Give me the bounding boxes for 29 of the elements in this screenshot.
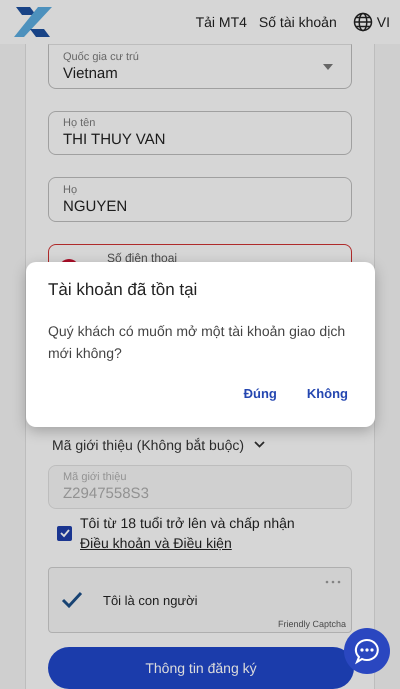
field-label: Số điện thoại bbox=[107, 250, 178, 265]
field-label: Họ tên bbox=[63, 117, 96, 130]
chat-button[interactable] bbox=[344, 628, 390, 674]
field-label: Họ bbox=[63, 184, 78, 196]
field-value: Vietnam bbox=[63, 64, 118, 82]
field-value: THI THUY VAN bbox=[63, 131, 166, 148]
dialog-message: Quý khách có muốn mở một tài khoản giao dịch mới không? bbox=[48, 322, 346, 363]
field-label: Quốc gia cư trú bbox=[63, 50, 139, 63]
language-label[interactable]: VI bbox=[376, 14, 390, 30]
captcha-brand: Friendly Captcha bbox=[278, 619, 346, 630]
input-field[interactable]: Họ tên THI THUY VAN bbox=[48, 110, 352, 156]
globe-icon[interactable] bbox=[352, 12, 373, 32]
caret-icon bbox=[323, 64, 333, 70]
logo-icon[interactable] bbox=[14, 7, 52, 37]
nav-link[interactable]: Số tài khoản bbox=[258, 14, 337, 30]
dialog-title: Tài khoản đã tồn tại bbox=[48, 280, 198, 300]
captcha-label: Tôi là con người bbox=[103, 592, 198, 608]
field-label: Mã giới thiệu bbox=[63, 471, 126, 484]
terms-checkbox[interactable] bbox=[57, 526, 72, 541]
nav-link[interactable]: Tải MT4 bbox=[196, 14, 247, 30]
register-button[interactable]: Thông tin đăng ký bbox=[48, 647, 354, 689]
terms-link[interactable]: Điều khoản và Điều kiện bbox=[80, 535, 232, 552]
dialog-button[interactable]: Không bbox=[306, 386, 348, 401]
field-value: Z2947558S3 bbox=[63, 485, 149, 502]
field-value: NGUYEN bbox=[63, 198, 128, 216]
terms-text: Tôi từ 18 tuổi trở lên và chấp nhận Điều khoản và Điều kiện bbox=[80, 514, 296, 554]
input-field[interactable]: Họ NGUYEN bbox=[48, 177, 352, 222]
dialog-button[interactable]: Đúng bbox=[244, 386, 277, 401]
country-select[interactable]: Quốc gia cư trú Vietnam bbox=[48, 44, 352, 89]
